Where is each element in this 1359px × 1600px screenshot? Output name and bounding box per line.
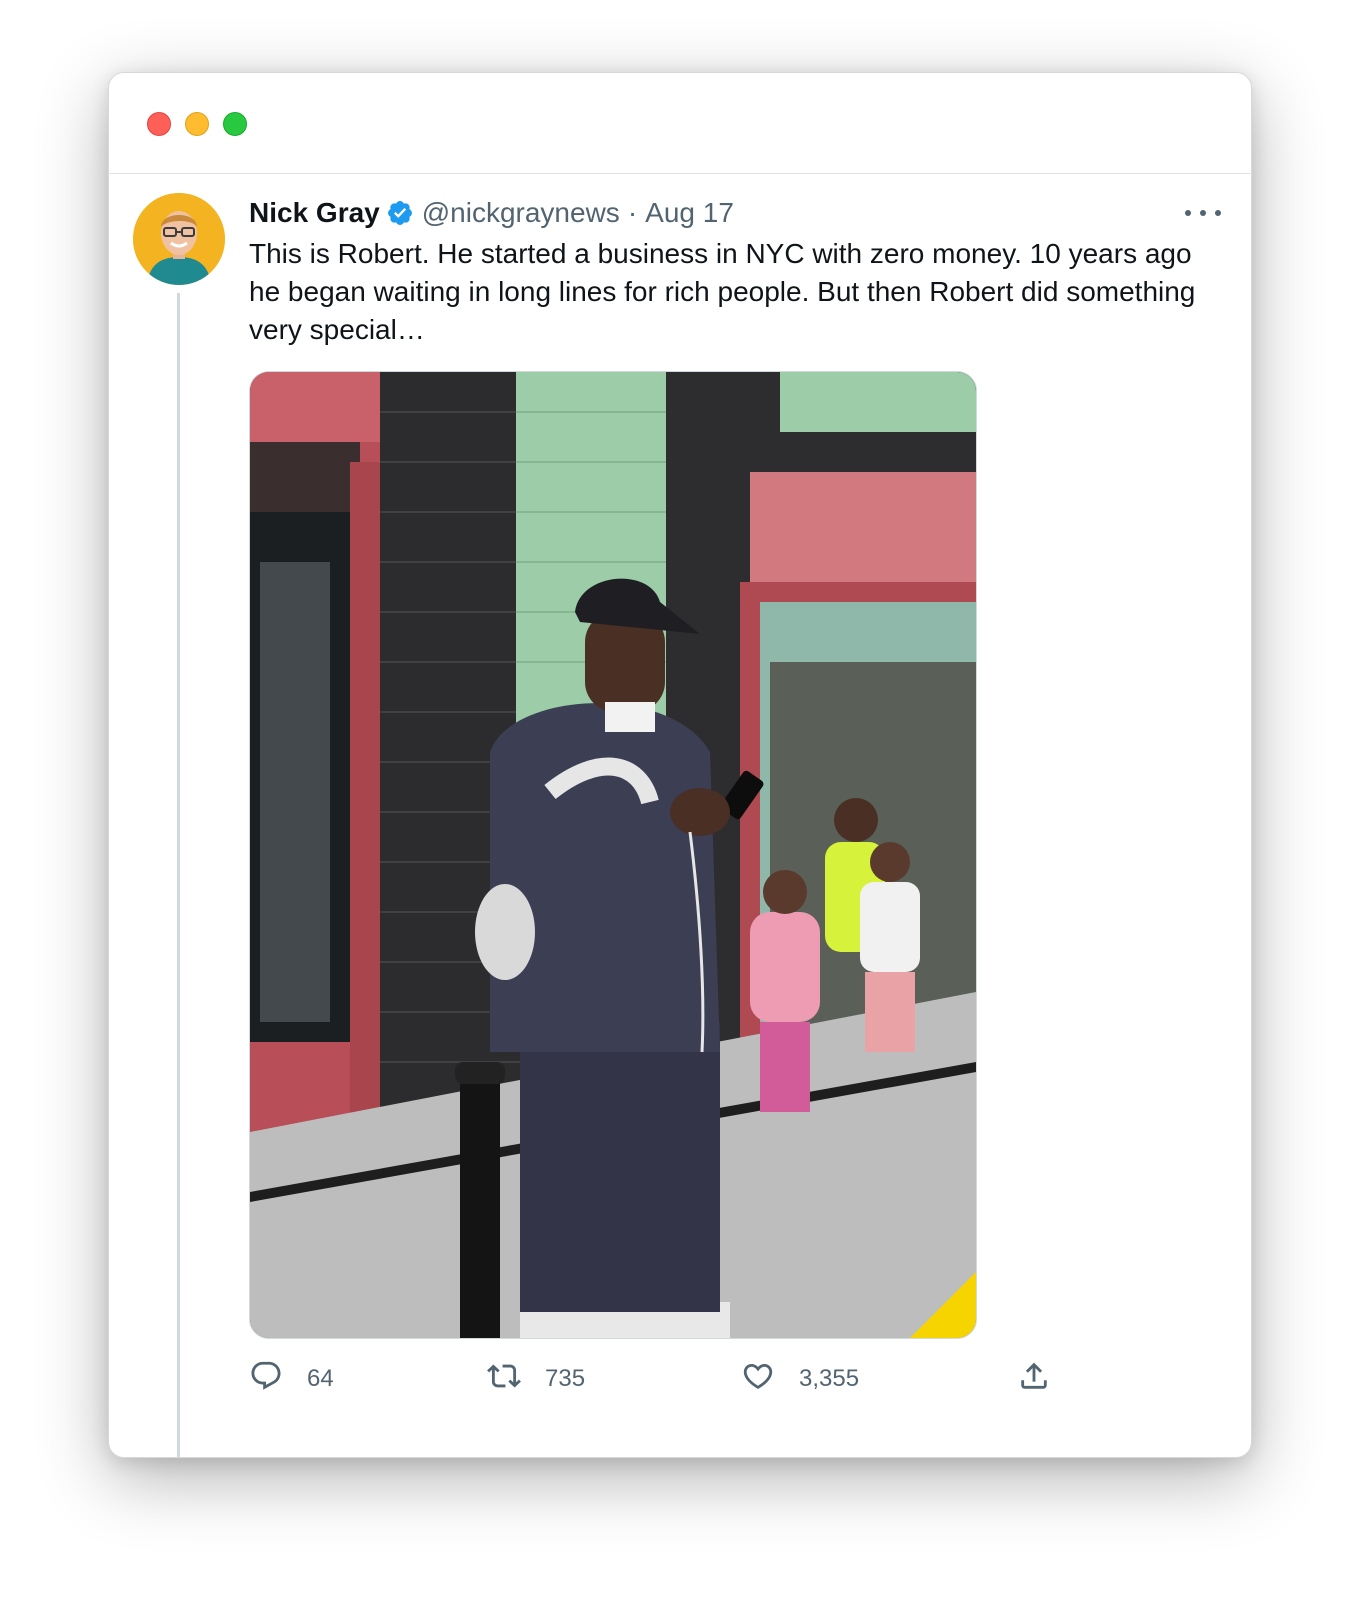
retweet-count: 735 [545, 1365, 586, 1392]
like-button[interactable]: 3,355 [741, 1359, 859, 1399]
avatar[interactable] [133, 193, 225, 285]
tweet-text: This is Robert. He started a business in… [249, 238, 1196, 345]
close-window-button[interactable] [147, 112, 171, 136]
author-handle[interactable]: @nickgraynews [422, 197, 620, 229]
separator-dot: · [627, 197, 638, 228]
reply-button[interactable]: 64 [249, 1359, 334, 1399]
reply-count: 64 [307, 1365, 334, 1392]
like-count: 3,355 [799, 1365, 860, 1392]
retweet-button[interactable]: 735 [487, 1359, 585, 1399]
tweet-photo[interactable] [249, 371, 977, 1339]
heart-icon [741, 1359, 775, 1400]
tweet-actions: 64 735 3,355 [249, 1359, 1069, 1399]
reply-icon [249, 1359, 283, 1400]
tweet-date[interactable]: Aug 17 [645, 197, 734, 229]
browser-window: Nick Gray @nickgraynews · Aug 17 This is… [108, 72, 1252, 1458]
tweet-header: Nick Gray @nickgraynews · Aug 17 [249, 193, 734, 233]
minimize-window-button[interactable] [185, 112, 209, 136]
more-options-icon[interactable] [1185, 201, 1221, 225]
verified-badge-icon [386, 199, 414, 227]
retweet-icon [487, 1359, 521, 1400]
share-icon [1017, 1359, 1051, 1400]
window-titlebar [109, 73, 1251, 174]
author-name[interactable]: Nick Gray [249, 197, 380, 229]
maximize-window-button[interactable] [223, 112, 247, 136]
thread-line [177, 293, 180, 1457]
share-button[interactable] [1017, 1359, 1051, 1399]
